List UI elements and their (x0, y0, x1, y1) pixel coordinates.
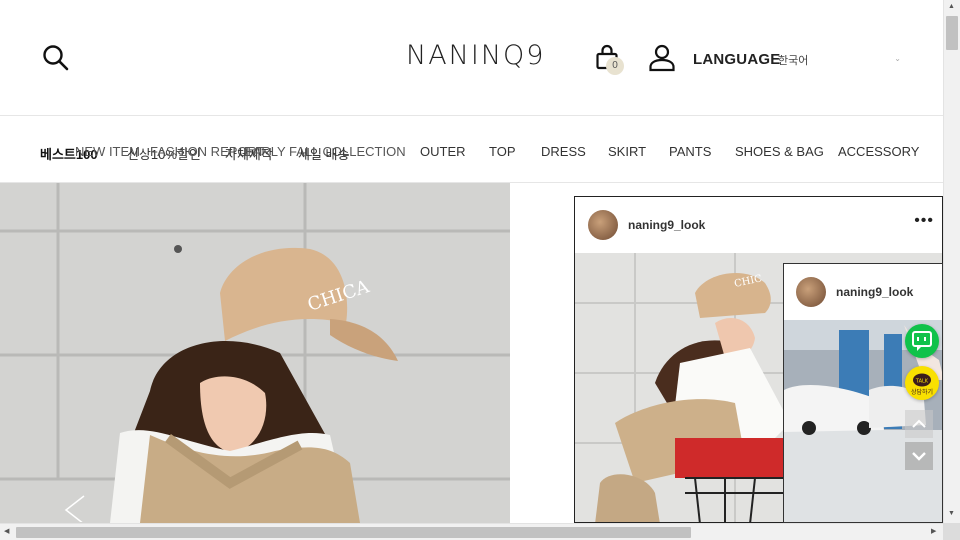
user-icon[interactable] (648, 44, 676, 72)
scroll-left-arrow-icon[interactable]: ◀ (4, 527, 9, 535)
slider-prev-icon[interactable] (60, 492, 90, 525)
instagram-card-header: naning9_look ••• (575, 197, 942, 253)
scroll-to-bottom-icon[interactable] (905, 442, 933, 470)
avatar[interactable] (796, 277, 826, 307)
language-value: 한국어 (778, 55, 809, 67)
horizontal-scroll-thumb[interactable] (16, 527, 691, 538)
talk-chat-icon[interactable] (905, 324, 939, 358)
instagram-username-secondary[interactable]: naning9_look (836, 285, 913, 299)
instagram-username[interactable]: naning9_look (628, 218, 705, 232)
nav-item-outer[interactable]: OUTER (420, 144, 466, 159)
language-label: LANGUAGE (693, 51, 781, 68)
avatar[interactable] (588, 210, 618, 240)
site-header: NANINQ9 0 LANGUAGE 한국어 ⌄ (0, 0, 943, 116)
nav-item-shoes-bag[interactable]: SHOES & BAG (735, 144, 824, 159)
language-select[interactable]: 한국어 ⌄ (778, 52, 903, 68)
search-icon[interactable] (42, 44, 70, 72)
scroll-to-top-icon[interactable] (905, 410, 933, 438)
nav-item-accessory[interactable]: ACCESSORY (838, 144, 919, 159)
nav-item-skirt[interactable]: SKIRT (608, 144, 646, 159)
site-logo[interactable]: NANINQ9 (406, 40, 545, 76)
scroll-down-arrow-icon[interactable]: ▼ (948, 510, 955, 517)
nav-item-sale-delivery[interactable]: 세일 배송 (298, 144, 349, 163)
more-options-icon[interactable]: ••• (914, 212, 934, 230)
nav-item-top[interactable]: TOP (489, 144, 516, 159)
nav-item-pants[interactable]: PANTS (669, 144, 711, 159)
chevron-down-icon: ⌄ (894, 54, 901, 63)
nav-item-dress[interactable]: DRESS (541, 144, 586, 159)
vertical-scrollbar[interactable]: ▲ ▼ (943, 0, 960, 523)
hero-banner-image[interactable]: CHICA (0, 183, 510, 523)
scroll-right-arrow-icon[interactable]: ▶ (931, 527, 936, 535)
cart-count-badge: 0 (606, 57, 624, 75)
kakao-consult-button[interactable]: TALK 상담하기 (905, 366, 939, 400)
horizontal-scrollbar[interactable]: ◀ ▶ (0, 523, 943, 540)
kakao-consult-label: 상담하기 (910, 390, 934, 396)
main-nav: 베스트100 NEW ITEM 신상10%할인 FASHION REPORT 자… (0, 117, 943, 183)
vertical-scroll-thumb[interactable] (946, 16, 958, 50)
svg-text:TALK: TALK (915, 379, 929, 385)
scroll-up-arrow-icon[interactable]: ▲ (948, 3, 955, 10)
scrollbar-corner (943, 523, 960, 540)
